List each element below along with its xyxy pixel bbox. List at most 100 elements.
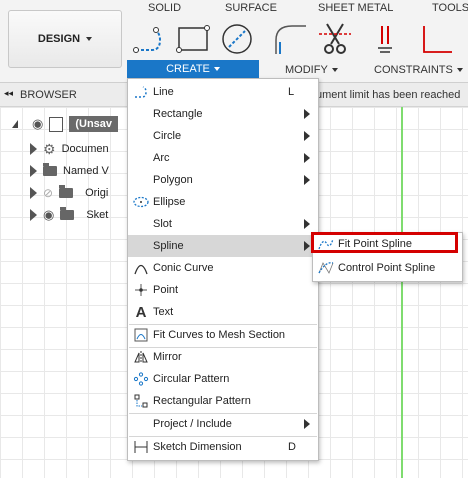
menu-item-line[interactable]: Line L bbox=[128, 81, 318, 103]
hidden-eye-icon[interactable]: ⊘ bbox=[43, 186, 53, 200]
menu-item-arc[interactable]: Arc bbox=[128, 147, 318, 169]
expand-triangle-icon[interactable] bbox=[30, 143, 37, 155]
tab-sheet-metal[interactable]: SHEET METAL bbox=[318, 2, 393, 14]
perpendicular-constraint-icon[interactable] bbox=[418, 22, 454, 56]
expand-triangle-icon[interactable] bbox=[30, 187, 37, 199]
create-group-label: CREATE bbox=[166, 63, 210, 75]
submenu-arrow-icon bbox=[304, 175, 310, 185]
menu-item-project-include[interactable]: Project / Include bbox=[128, 413, 318, 435]
tab-surface[interactable]: SURFACE bbox=[225, 2, 277, 14]
menu-item-fit-curves[interactable]: Fit Curves to Mesh Section bbox=[128, 324, 318, 346]
collapse-browser-icon[interactable]: ◂◂ bbox=[4, 88, 13, 99]
menu-item-circle[interactable]: Circle bbox=[128, 125, 318, 147]
menu-item-label: Rectangle bbox=[153, 108, 203, 120]
browser-row-document[interactable]: ⚙ Documen bbox=[12, 138, 132, 160]
create-dropdown-menu: Line L Rectangle Circle Arc Polygon Elli… bbox=[127, 78, 319, 461]
browser-row-named-views[interactable]: Named V bbox=[12, 160, 132, 182]
menu-item-label: Rectangular Pattern bbox=[153, 395, 251, 407]
menu-item-label: Point bbox=[153, 284, 179, 296]
submenu-arrow-icon bbox=[304, 241, 310, 251]
shortcut-label: L bbox=[288, 86, 295, 98]
rectangle-tool-icon[interactable] bbox=[175, 22, 211, 56]
trim-tool-icon[interactable] bbox=[317, 22, 353, 56]
browser-tree: ◉ (Unsav ⚙ Documen Named V ⊘ Origi ◉ Ske… bbox=[12, 113, 132, 226]
gear-icon: ⚙ bbox=[43, 140, 56, 157]
menu-item-spline[interactable]: Spline bbox=[128, 235, 318, 257]
menu-item-slot[interactable]: Slot bbox=[128, 213, 318, 235]
tab-tools[interactable]: TOOLS bbox=[432, 2, 468, 14]
document-icon bbox=[49, 116, 64, 132]
fillet-tool-icon[interactable] bbox=[272, 22, 308, 56]
workspace-label: DESIGN bbox=[37, 33, 81, 45]
submenu-arrow-icon bbox=[304, 131, 310, 141]
shortcut-label: D bbox=[288, 441, 296, 453]
circle-tool-icon[interactable] bbox=[219, 22, 255, 56]
modify-group-label: MODIFY bbox=[285, 64, 328, 76]
folder-icon bbox=[59, 185, 74, 198]
constraints-group-label: CONSTRAINTS bbox=[374, 64, 453, 76]
workspace-design-button[interactable]: DESIGN bbox=[8, 10, 122, 68]
menu-item-control-point-spline[interactable]: Control Point Spline bbox=[313, 257, 462, 279]
point-icon bbox=[133, 282, 149, 298]
highlight-box bbox=[311, 232, 458, 253]
browser-row-origin[interactable]: ⊘ Origi bbox=[12, 182, 132, 204]
folder-icon bbox=[60, 207, 75, 220]
eye-icon[interactable]: ◉ bbox=[43, 207, 54, 223]
limit-notice: ument limit has been reached bbox=[316, 89, 461, 101]
menu-item-sketch-dimension[interactable]: Sketch Dimension D bbox=[128, 436, 318, 458]
menu-item-conic-curve[interactable]: Conic Curve bbox=[128, 257, 318, 279]
menu-item-label: Text bbox=[153, 306, 174, 318]
conic-curve-icon bbox=[133, 260, 149, 276]
menu-item-label: Ellipse bbox=[153, 196, 186, 208]
sketch-dimension-icon bbox=[133, 439, 149, 455]
mirror-icon bbox=[133, 349, 149, 365]
tab-solid[interactable]: SOLID bbox=[148, 2, 181, 14]
fit-curves-icon bbox=[133, 327, 149, 343]
constraints-group-button[interactable]: CONSTRAINTS bbox=[374, 62, 463, 78]
root-component-label: (Unsav bbox=[69, 116, 119, 132]
modify-group-button[interactable]: MODIFY bbox=[285, 62, 338, 78]
circular-pattern-icon bbox=[133, 371, 149, 387]
menu-item-label: Project / Include bbox=[153, 418, 232, 430]
menu-item-label: Polygon bbox=[153, 174, 193, 186]
menu-item-point[interactable]: Point bbox=[128, 279, 318, 301]
menu-item-label: Control Point Spline bbox=[338, 262, 436, 274]
menu-item-label: Slot bbox=[153, 218, 172, 230]
coincident-constraint-icon[interactable] bbox=[372, 22, 408, 56]
submenu-arrow-icon bbox=[304, 153, 310, 163]
menu-item-label: Arc bbox=[153, 152, 170, 164]
create-group-button[interactable]: CREATE bbox=[127, 60, 259, 78]
menu-item-label: Fit Curves to Mesh Section bbox=[153, 329, 286, 341]
menu-item-label: Spline bbox=[153, 240, 184, 252]
menu-item-rectangle[interactable]: Rectangle bbox=[128, 103, 318, 125]
y-axis-line bbox=[401, 107, 403, 478]
text-icon: A bbox=[135, 303, 147, 321]
browser-row-sketches[interactable]: ◉ Sket bbox=[12, 204, 132, 226]
browser-item-label: Origi bbox=[85, 187, 109, 199]
menu-item-text[interactable]: A Text bbox=[128, 301, 318, 323]
expanded-triangle-icon[interactable] bbox=[12, 120, 18, 128]
menu-item-polygon[interactable]: Polygon bbox=[128, 169, 318, 191]
expand-triangle-icon[interactable] bbox=[30, 165, 37, 177]
eye-icon[interactable]: ◉ bbox=[32, 116, 43, 132]
menu-item-circular-pattern[interactable]: Circular Pattern bbox=[128, 368, 318, 390]
expand-triangle-icon[interactable] bbox=[30, 209, 37, 221]
browser-item-label: Sket bbox=[86, 209, 109, 221]
submenu-arrow-icon bbox=[304, 109, 310, 119]
line-tool-icon[interactable] bbox=[132, 22, 168, 56]
browser-root-row[interactable]: ◉ (Unsav bbox=[12, 113, 132, 135]
submenu-arrow-icon bbox=[304, 219, 310, 229]
chevron-down-icon bbox=[86, 37, 93, 41]
browser-item-label: Documen bbox=[61, 143, 109, 155]
menu-item-ellipse[interactable]: Ellipse bbox=[128, 191, 318, 213]
menu-item-label: Sketch Dimension bbox=[153, 441, 242, 453]
browser-item-label: Named V bbox=[63, 165, 109, 177]
browser-title: BROWSER bbox=[20, 89, 77, 101]
menu-item-label: Conic Curve bbox=[153, 262, 214, 274]
menu-item-mirror[interactable]: Mirror bbox=[128, 346, 318, 368]
menu-item-label: Mirror bbox=[153, 351, 182, 363]
folder-icon bbox=[43, 163, 57, 176]
menu-item-rectangular-pattern[interactable]: Rectangular Pattern bbox=[128, 390, 318, 412]
ellipse-icon bbox=[133, 194, 149, 210]
rectangular-pattern-icon bbox=[133, 393, 149, 409]
